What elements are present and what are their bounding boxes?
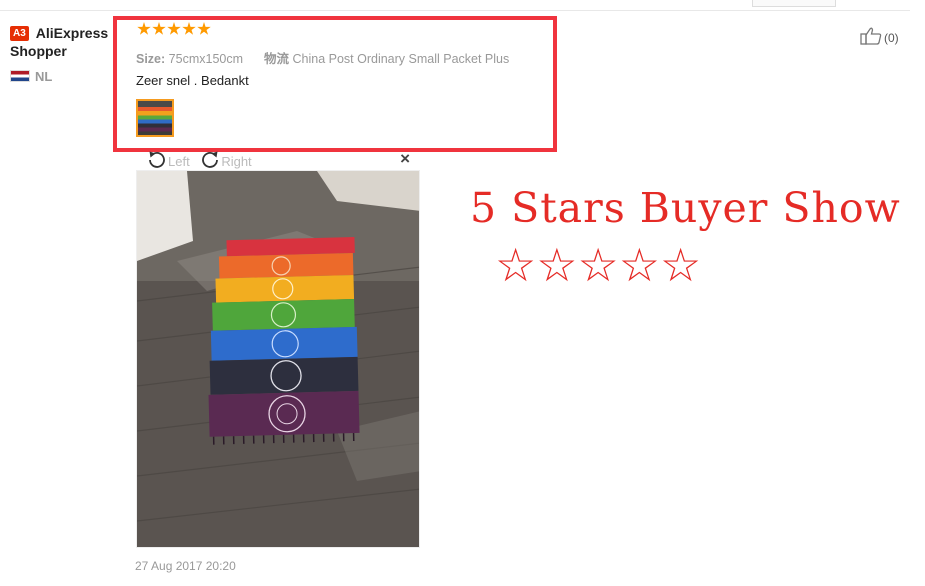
star-icon xyxy=(197,22,211,35)
divider xyxy=(0,10,910,11)
thumbs-up-icon xyxy=(860,27,882,48)
reviewer-country: NL xyxy=(10,69,130,84)
review-page: A3 AliExpress Shopper NL Size: 75cmx150cm… xyxy=(0,0,925,586)
review-text: Zeer snel . Bedankt xyxy=(136,73,249,88)
promo-stars: ☆☆☆☆☆ xyxy=(495,238,702,292)
order-meta: Size: 75cmx150cm 物流 China Post Ordinary … xyxy=(136,48,509,67)
shipping-label: 物流 xyxy=(263,52,289,66)
helpful-count: (0) xyxy=(884,31,899,45)
rotate-left-button[interactable]: Left xyxy=(168,154,190,169)
star-icon xyxy=(137,22,151,35)
shipping-value: China Post Ordinary Small Packet Plus xyxy=(292,52,510,66)
promo-title: 5 Stars Buyer Show xyxy=(470,184,901,232)
size-label: Size: xyxy=(136,52,166,66)
top-control-stub[interactable] xyxy=(752,0,836,7)
image-viewer-controls: Left Right × xyxy=(146,149,412,169)
reviewer-info: A3 AliExpress Shopper NL xyxy=(10,24,130,84)
close-viewer-button[interactable]: × xyxy=(400,149,410,169)
netherlands-flag-icon xyxy=(10,70,30,82)
star-icon xyxy=(182,22,196,35)
star-rating xyxy=(137,22,212,41)
review-date: 27 Aug 2017 20:20 xyxy=(135,559,236,573)
level-badge: A3 xyxy=(10,26,29,41)
reviewer-name-row: A3 AliExpress Shopper xyxy=(10,24,130,60)
helpful-button[interactable]: (0) xyxy=(860,27,899,48)
review-photo-large xyxy=(136,170,420,548)
country-code: NL xyxy=(35,69,53,84)
review-photo-thumbnail[interactable] xyxy=(136,99,174,137)
star-icon xyxy=(167,22,181,35)
star-icon xyxy=(152,22,166,35)
size-value: 75cmx150cm xyxy=(168,52,244,66)
rotate-right-button[interactable]: Right xyxy=(221,154,251,169)
